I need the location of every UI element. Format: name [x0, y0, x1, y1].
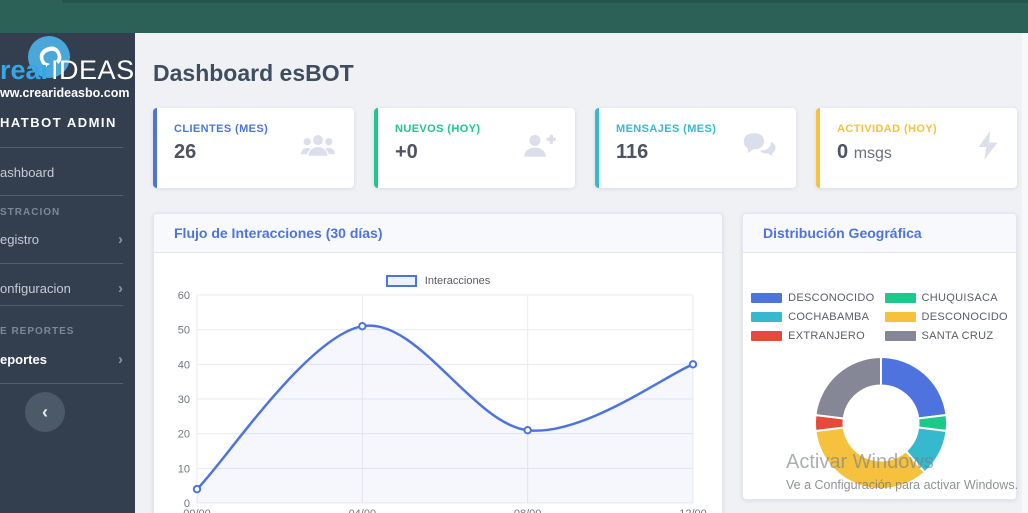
- geography-legend-item[interactable]: EXTRANJERO: [751, 330, 874, 342]
- svg-text:20: 20: [178, 429, 190, 441]
- legend-label: DESCONOCIDO: [788, 292, 875, 304]
- interactions-chart-panel: Flujo de Interacciones (30 días) Interac…: [153, 213, 723, 513]
- legend-label: DESCONOCIDO: [921, 311, 1008, 323]
- legend-label: COCHABAMBA: [788, 311, 870, 323]
- sidebar-item-label: ashboard: [0, 165, 55, 180]
- stat-cards-row: CLIENTES (MES) 26 NUEVOS (HOY) +0 MENSAJ…: [153, 108, 1017, 188]
- brand-highlight: rear: [0, 55, 52, 85]
- top-bar-strip: [62, 0, 1028, 3]
- stat-card-nuevos: NUEVOS (HOY) +0: [374, 108, 575, 188]
- legend-swatch: [751, 331, 783, 341]
- geography-legend-item[interactable]: DESCONOCIDO: [751, 292, 874, 304]
- legend-swatch: [751, 312, 783, 322]
- chevron-right-icon: ›: [118, 280, 123, 297]
- svg-text:00/00: 00/00: [183, 508, 211, 513]
- svg-text:40: 40: [178, 359, 190, 371]
- geography-legend-item[interactable]: DESCONOCIDO: [884, 311, 1008, 323]
- interactions-line-chart: 010203040506000/0004/0008/0012/00: [178, 290, 707, 513]
- svg-text:30: 30: [178, 394, 190, 406]
- charts-row: Flujo de Interacciones (30 días) Interac…: [153, 213, 1017, 513]
- stat-value-number: 0: [837, 141, 849, 163]
- brand-rest: IDEAS: [51, 55, 135, 85]
- sidebar: C rearIDEAS ww.crearideasbo.com HATBOT A…: [0, 33, 135, 513]
- geography-chart-panel: Distribución Geográfica DESCONOCIDO CHUQU…: [742, 213, 1017, 500]
- sidebar-item-dashboard[interactable]: ashboard: [0, 160, 135, 186]
- sidebar-item-reportes[interactable]: eportes ›: [0, 347, 135, 373]
- legend-label: EXTRANJERO: [788, 330, 866, 342]
- legend-label: SANTA CRUZ: [921, 330, 994, 342]
- divider: [0, 147, 123, 148]
- interactions-legend[interactable]: Interacciones: [154, 275, 722, 287]
- divider: [0, 195, 123, 196]
- divider: [0, 305, 123, 306]
- sidebar-item-registro[interactable]: egistro ›: [0, 227, 135, 253]
- stat-value: 0 msgs: [837, 141, 999, 164]
- svg-text:12/00: 12/00: [679, 508, 707, 513]
- sidebar-collapse-button[interactable]: ‹: [25, 392, 65, 432]
- svg-text:10: 10: [178, 463, 190, 475]
- sidebar-item-label: eportes: [0, 352, 47, 367]
- chevron-right-icon: ›: [118, 231, 123, 248]
- legend-label: Interacciones: [424, 275, 491, 287]
- divider: [0, 383, 123, 384]
- divider: [0, 263, 123, 264]
- stat-card-actividad: ACTIVIDAD (HOY) 0 msgs: [816, 108, 1017, 188]
- sidebar-item-label: egistro: [0, 232, 40, 247]
- sidebar-item-configuracion[interactable]: onfiguracion ›: [0, 276, 135, 302]
- geography-chart-title: Distribución Geográfica: [743, 214, 1016, 253]
- chevron-right-icon: ›: [118, 351, 123, 368]
- chevron-left-icon: ‹: [42, 401, 48, 422]
- stat-label: ACTIVIDAD (HOY): [837, 123, 938, 135]
- geography-donut-chart: [813, 356, 949, 490]
- sidebar-section-administracion: STRACION: [0, 207, 61, 218]
- legend-swatch: [884, 312, 916, 322]
- page-title: Dashboard esBOT: [153, 60, 354, 86]
- sidebar-item-label: onfiguracion: [0, 281, 71, 296]
- bolt-icon: [977, 131, 999, 165]
- sidebar-section-reportes: E REPORTES: [0, 326, 75, 337]
- legend-swatch: [751, 293, 783, 303]
- svg-text:08/00: 08/00: [514, 508, 542, 513]
- stat-card-mensajes: MENSAJES (MES) 116: [595, 108, 796, 188]
- brand-name[interactable]: rearIDEAS: [0, 55, 135, 86]
- interactions-chart-title: Flujo de Interacciones (30 días): [154, 214, 722, 253]
- legend-swatch: [385, 275, 417, 287]
- stat-value-suffix: msgs: [853, 145, 892, 162]
- geography-legend-item[interactable]: CHUQUISACA: [884, 292, 1008, 304]
- svg-text:50: 50: [178, 325, 190, 337]
- svg-text:04/00: 04/00: [349, 508, 377, 513]
- users-icon: [300, 132, 336, 164]
- legend-label: CHUQUISACA: [921, 292, 998, 304]
- geography-legend-item[interactable]: COCHABAMBA: [751, 311, 874, 323]
- top-bar: [0, 0, 1028, 33]
- stat-card-clientes: CLIENTES (MES) 26: [153, 108, 354, 188]
- brand-url: ww.crearideasbo.com: [0, 86, 130, 100]
- sidebar-title: HATBOT ADMIN: [0, 115, 117, 130]
- geography-legend-item[interactable]: SANTA CRUZ: [884, 330, 1008, 342]
- svg-text:60: 60: [178, 290, 190, 302]
- geography-legend: DESCONOCIDO CHUQUISACA COCHABAMBA DESCONOCI…: [743, 292, 1016, 342]
- comments-icon: [742, 132, 778, 164]
- legend-swatch: [884, 331, 916, 341]
- scrollbar[interactable]: [1022, 33, 1028, 513]
- legend-swatch: [884, 293, 916, 303]
- user-plus-icon: [521, 132, 557, 164]
